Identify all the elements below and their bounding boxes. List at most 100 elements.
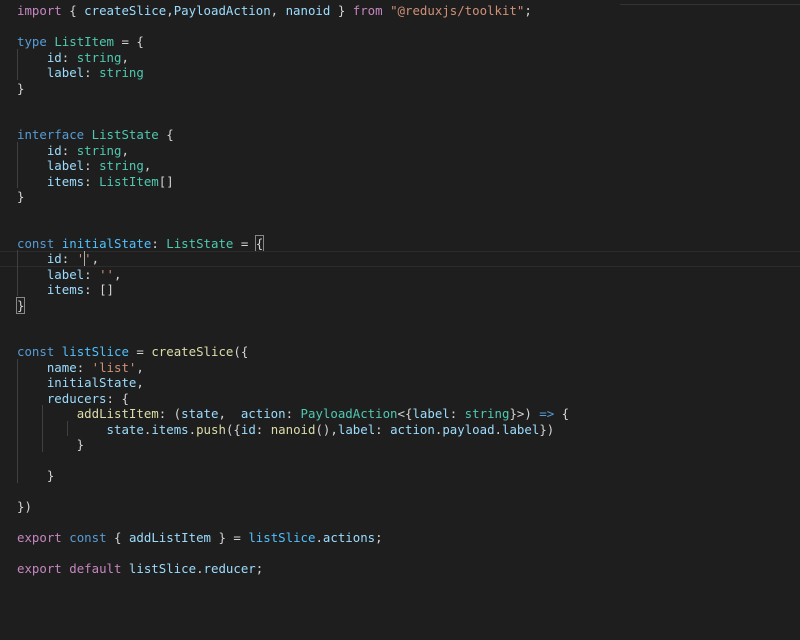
code-token: <{ (397, 406, 413, 421)
code-line[interactable]: ​ (17, 329, 569, 345)
code-line[interactable]: export default listSlice.reducer; (17, 561, 569, 577)
code-line[interactable]: ​ (17, 112, 569, 128)
code-token: payload (442, 421, 495, 437)
code-token: [] (99, 282, 114, 297)
indent-guide (17, 142, 18, 188)
code-line[interactable]: ​ (17, 220, 569, 236)
code-token: { (554, 406, 570, 421)
code-token: : (61, 251, 77, 266)
code-line[interactable]: label: '', (17, 267, 569, 283)
code-line[interactable]: ​ (17, 313, 569, 329)
code-token: string (99, 158, 144, 173)
code-token: addListItem (76, 406, 159, 421)
code-token: }) (539, 421, 555, 437)
code-line[interactable]: name: 'list', (17, 360, 569, 376)
code-line[interactable]: initialState, (17, 375, 569, 391)
code-line[interactable]: } (15, 296, 569, 314)
code-line[interactable]: type ListItem = { (17, 34, 569, 50)
code-line[interactable]: ​ (17, 205, 569, 221)
code-token: ({ (225, 421, 241, 437)
code-line[interactable]: interface ListState { (17, 127, 569, 143)
code-token: : (255, 421, 271, 437)
code-line[interactable]: const initialState: ListState = { (17, 234, 569, 252)
indent-guide (67, 421, 68, 436)
code-line[interactable]: } (17, 81, 569, 97)
code-token: items (46, 282, 85, 297)
code-token: = (128, 344, 152, 359)
code-line[interactable]: label: string (17, 65, 569, 81)
code-line[interactable]: id: '', (0, 251, 800, 267)
code-token: state (106, 421, 144, 437)
code-token: items (46, 173, 85, 189)
code-line[interactable]: export const { addListItem } = listSlice… (17, 530, 569, 546)
code-token: action (240, 406, 286, 421)
code-line[interactable]: import { createSlice,PayloadAction, nano… (17, 3, 569, 19)
code-token: }> (509, 406, 525, 421)
code-token: => (539, 406, 555, 421)
code-token: nanoid (285, 3, 331, 18)
code-editor[interactable]: import { createSlice,PayloadAction, nano… (0, 0, 800, 640)
code-line[interactable]: } (17, 437, 569, 453)
code-token: : (375, 421, 391, 437)
code-token: '' (99, 266, 114, 282)
code-token: : (61, 142, 77, 158)
code-token: : (84, 158, 100, 173)
code-token: const (17, 235, 55, 251)
code-line[interactable]: ​ (17, 453, 569, 469)
code-token: [] (158, 173, 174, 189)
code-token: label (337, 421, 376, 437)
minimap-edge (620, 0, 800, 5)
code-token: , (218, 406, 241, 421)
code-token: state (181, 406, 219, 421)
code-line[interactable]: items: ListItem[] (17, 174, 569, 190)
code-token: ListItem (99, 173, 159, 189)
code-line[interactable]: ​ (17, 546, 569, 562)
code-content[interactable]: import { createSlice,PayloadAction, nano… (0, 3, 800, 577)
code-line[interactable]: } (17, 468, 569, 484)
code-token: , (136, 359, 144, 375)
code-line[interactable]: } (17, 189, 569, 205)
code-line[interactable]: reducers: { (17, 391, 569, 407)
code-token: }) (17, 499, 32, 514)
code-token: . (188, 421, 197, 437)
code-token: : (449, 406, 465, 421)
code-token: : (61, 49, 77, 65)
code-token: const (69, 530, 107, 545)
code-token: , (91, 251, 100, 266)
code-line[interactable]: }) (17, 499, 569, 515)
code-line[interactable]: id: string, (17, 143, 569, 159)
code-token: , (143, 158, 152, 173)
code-token: listSlice (248, 530, 316, 545)
code-token: action (390, 421, 435, 437)
code-token: id (46, 251, 62, 266)
indent-guide (17, 359, 18, 483)
code-line[interactable]: label: string, (17, 158, 569, 174)
code-token: initialState (61, 235, 152, 251)
code-token: ; (524, 3, 532, 18)
code-token: label (412, 406, 450, 421)
code-token: { (254, 234, 265, 252)
code-token: listSlice (128, 561, 197, 576)
code-token: label (46, 158, 85, 173)
indent-guide (17, 49, 18, 80)
code-token: label (502, 421, 540, 437)
code-token: export (17, 530, 62, 545)
code-line[interactable]: ​ (17, 484, 569, 500)
code-line[interactable]: ​ (17, 515, 569, 531)
code-token: from (352, 3, 383, 18)
code-line[interactable]: addListItem: (state, action: PayloadActi… (17, 406, 569, 422)
code-token: "@reduxjs/toolkit" (390, 3, 525, 18)
code-token: PayloadAction (300, 406, 398, 421)
code-line[interactable]: ​ (17, 96, 569, 112)
code-line[interactable]: ​ (17, 19, 569, 35)
code-line[interactable]: state.items.push({id: nanoid(),label: ac… (17, 422, 569, 438)
code-token: ; (375, 530, 383, 545)
code-token: createSlice (151, 344, 234, 359)
code-line[interactable]: id: string, (17, 50, 569, 66)
code-token: ) (524, 406, 540, 421)
code-line[interactable]: items: [] (17, 282, 569, 298)
code-line[interactable]: const listSlice = createSlice({ (17, 344, 569, 360)
